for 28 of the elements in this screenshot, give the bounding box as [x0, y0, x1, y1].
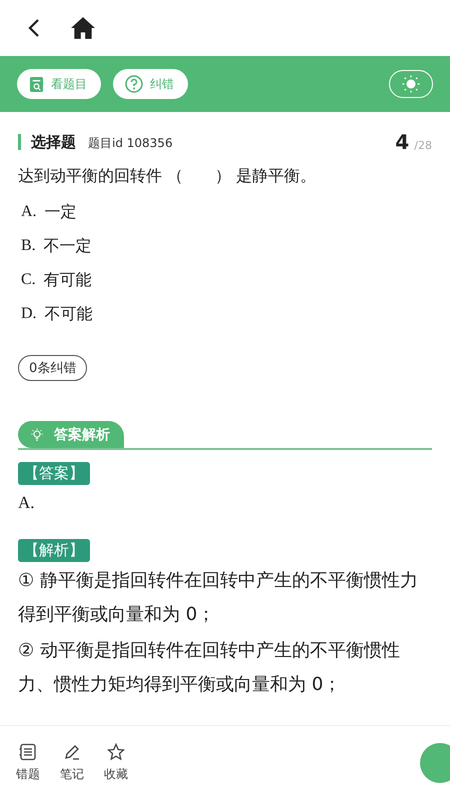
- question-text: 达到动平衡的回转件 （ ） 是静平衡。: [18, 166, 318, 187]
- star-icon: [107, 743, 125, 761]
- help-icon: [125, 75, 143, 93]
- theme-toggle[interactable]: [389, 70, 433, 98]
- explanation-text: ② 动平衡是指回转件在回转中产生的不平衡惯性力、惯性力矩均得到平衡或向量和为 0；: [18, 639, 401, 697]
- answer-option[interactable]: B. 不一定: [18, 229, 432, 263]
- question-total: /28: [414, 139, 432, 152]
- pen-icon: [63, 743, 81, 761]
- back-icon[interactable]: [28, 18, 40, 38]
- question-id: 题目id 108356: [88, 134, 173, 152]
- corrections-button[interactable]: 0条纠错: [18, 355, 88, 381]
- answer-option[interactable]: C. 有可能: [18, 263, 432, 297]
- bottom-bar-item[interactable]: 笔记: [56, 743, 88, 783]
- answer-option[interactable]: D. 不可能: [18, 297, 432, 331]
- lightbulb-icon: [30, 428, 44, 442]
- sun-icon: [402, 75, 420, 93]
- list-icon: [19, 743, 37, 761]
- bottom-bar-item[interactable]: 错题: [12, 743, 44, 783]
- answer-label: 【答案】: [18, 462, 90, 485]
- question-type: 选择题: [31, 132, 76, 152]
- document-search-icon: [29, 76, 44, 92]
- explanation-label: 【解析】: [18, 539, 90, 562]
- bottom-bar-item[interactable]: 收藏: [100, 743, 132, 783]
- explanation-text: ① 静平衡是指回转件在回转中产生的不平衡惯性力得到平衡或向量和为 0；: [18, 569, 419, 627]
- answer-option[interactable]: A. 一定: [18, 195, 432, 229]
- home-icon[interactable]: [70, 16, 96, 40]
- answer-text: A.: [18, 493, 36, 513]
- question-number: 4: [395, 130, 410, 154]
